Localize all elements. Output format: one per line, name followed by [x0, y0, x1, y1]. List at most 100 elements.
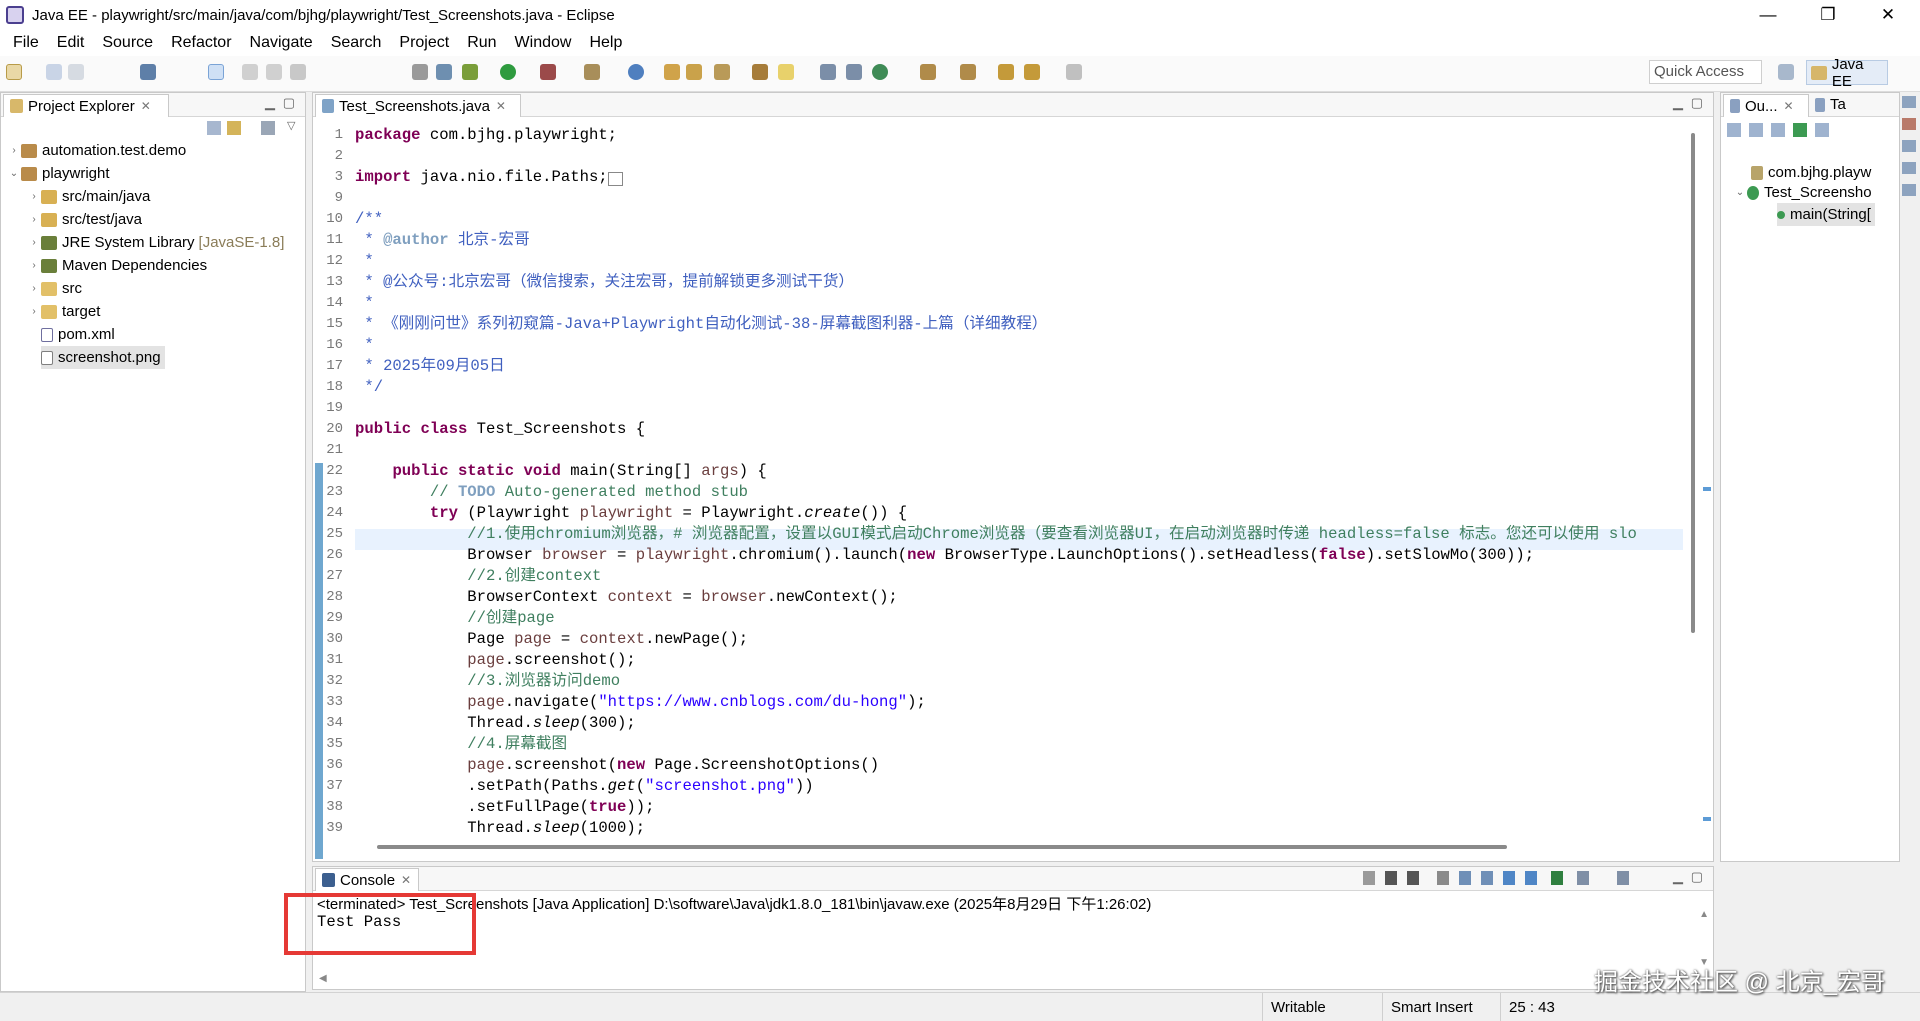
expand-arrow-icon[interactable]: ›	[27, 306, 41, 317]
outline-label: main(String[	[1790, 206, 1871, 223]
forward-icon[interactable]	[1066, 64, 1082, 80]
link-with-editor-icon[interactable]	[227, 121, 241, 135]
last-edit-icon[interactable]	[998, 64, 1014, 80]
console-scroll-left-icon[interactable]: ◀	[319, 973, 327, 984]
annotation-icon[interactable]	[752, 64, 768, 80]
maximize-button[interactable]: ❐	[1798, 0, 1858, 30]
back-icon[interactable]	[1024, 64, 1040, 80]
source-folder-icon	[41, 212, 57, 227]
menu-help[interactable]: Help	[580, 34, 631, 52]
external-tools-icon[interactable]	[540, 64, 556, 80]
outline-toolbar-icons[interactable]	[1727, 123, 1877, 137]
tree-label: playwright	[42, 165, 110, 182]
expand-arrow-icon[interactable]: ›	[27, 283, 41, 294]
outline-item-class[interactable]: ⌄ Test_Screensho	[1733, 181, 1872, 204]
minimized-views-strip[interactable]	[1902, 96, 1916, 216]
menu-search[interactable]: Search	[322, 34, 391, 52]
expand-arrow-icon[interactable]: ›	[27, 214, 41, 225]
menu-navigate[interactable]: Navigate	[241, 34, 322, 52]
menu-project[interactable]: Project	[390, 34, 458, 52]
collapse-arrow-icon[interactable]: ⌄	[1733, 187, 1747, 198]
tree-item-playwright[interactable]: ⌄ playwright	[7, 162, 110, 185]
resume-icon[interactable]	[242, 64, 258, 80]
prev-annotation-icon[interactable]	[960, 64, 976, 80]
quick-access-input[interactable]: Quick Access	[1649, 60, 1762, 84]
collapse-all-icon[interactable]	[207, 121, 221, 135]
tree-item-src-main-java[interactable]: › src/main/java	[27, 185, 150, 208]
expand-arrow-icon[interactable]: ›	[27, 191, 41, 202]
line-number: 17	[326, 358, 343, 374]
expand-arrow-icon[interactable]: ›	[27, 260, 41, 271]
menu-file[interactable]: File	[4, 34, 48, 52]
new-server-icon[interactable]	[584, 64, 600, 80]
tab-project-explorer[interactable]: Project Explorer ✕	[3, 94, 169, 117]
tree-item-maven-dependencies[interactable]: › Maven Dependencies	[27, 254, 207, 277]
overview-ruler-marker[interactable]	[1703, 487, 1711, 491]
close-tab-icon[interactable]: ✕	[401, 873, 411, 887]
tab-outline[interactable]: Ou... ✕	[1723, 94, 1809, 117]
search-toolbar-icon[interactable]	[412, 64, 428, 80]
view-menu-chevron-icon[interactable]: ▽	[287, 119, 295, 132]
tree-item-automation-test-demo[interactable]: › automation.test.demo	[7, 139, 186, 162]
minimize-button[interactable]: —	[1738, 0, 1798, 30]
show-whitespace-icon[interactable]	[820, 64, 836, 80]
tab-console[interactable]: Console ✕	[315, 868, 419, 891]
globe-icon[interactable]	[872, 64, 888, 80]
expand-arrow-icon[interactable]: ›	[7, 145, 21, 156]
skip-breakpoints-icon[interactable]	[208, 64, 224, 80]
tree-item-jre-system-library[interactable]: › JRE System Library [JavaSE-1.8]	[27, 231, 284, 254]
suspend-icon[interactable]	[266, 64, 282, 80]
horizontal-scrollbar[interactable]	[377, 845, 1507, 849]
close-button[interactable]: ✕	[1858, 0, 1918, 30]
highlight-icon[interactable]	[778, 64, 794, 80]
tab-task-list[interactable]: Ta	[1815, 96, 1846, 113]
menu-window[interactable]: Window	[506, 34, 581, 52]
minimize-view-icon[interactable]: ▁	[265, 95, 275, 111]
run-icon[interactable]	[500, 64, 516, 80]
console-toolbar-icons[interactable]	[1363, 871, 1663, 885]
line-number: 30	[326, 631, 343, 647]
terminate-icon[interactable]	[290, 64, 306, 80]
close-tab-icon[interactable]: ✕	[141, 99, 151, 113]
outline-item-main-method[interactable]: main(String[	[1777, 203, 1875, 226]
new-icon[interactable]	[6, 64, 22, 80]
maximize-view-icon[interactable]: ▢	[1691, 869, 1703, 885]
console-scroll-up-icon[interactable]: ▲	[1699, 909, 1709, 920]
debug-icon[interactable]	[462, 64, 478, 80]
build-icon[interactable]	[436, 64, 452, 80]
menu-run[interactable]: Run	[458, 34, 505, 52]
tree-item-screenshot-png[interactable]: screenshot.png	[41, 346, 165, 369]
overview-ruler-marker[interactable]	[1703, 817, 1711, 821]
new-web-icon[interactable]	[628, 64, 644, 80]
open-type-icon[interactable]	[664, 64, 680, 80]
next-annotation-icon[interactable]	[920, 64, 936, 80]
save-icon[interactable]	[46, 64, 62, 80]
java-ee-perspective-button[interactable]: Java EE	[1806, 56, 1888, 90]
menu-source[interactable]: Source	[93, 34, 162, 52]
search-icon[interactable]	[714, 64, 730, 80]
collapse-arrow-icon[interactable]: ⌄	[7, 168, 21, 179]
view-menu-icon[interactable]	[261, 121, 275, 135]
tree-item-target[interactable]: › target	[27, 300, 100, 323]
vertical-scrollbar[interactable]	[1691, 133, 1695, 633]
menu-edit[interactable]: Edit	[48, 34, 94, 52]
expand-arrow-icon[interactable]: ›	[27, 237, 41, 248]
block-selection-icon[interactable]	[846, 64, 862, 80]
tree-item-src-test-java[interactable]: › src/test/java	[27, 208, 142, 231]
menu-bar: File Edit Source Refactor Navigate Searc…	[0, 30, 1920, 56]
tab-test-screenshots-java[interactable]: Test_Screenshots.java ✕	[315, 94, 521, 117]
save-all-icon[interactable]	[68, 64, 84, 80]
open-task-icon[interactable]	[686, 64, 702, 80]
minimize-view-icon[interactable]: ▁	[1673, 869, 1683, 885]
tree-item-src[interactable]: › src	[27, 277, 82, 300]
menu-refactor[interactable]: Refactor	[162, 34, 240, 52]
close-tab-icon[interactable]: ✕	[1784, 99, 1794, 113]
code-editor[interactable]: 1 2 3 9 10 11 12 13 14 15 16 17 18 19 20…	[313, 117, 1713, 861]
close-tab-icon[interactable]: ✕	[496, 99, 506, 113]
open-console-icon[interactable]	[140, 64, 156, 80]
maximize-view-icon[interactable]: ▢	[283, 95, 295, 111]
tree-item-pom-xml[interactable]: pom.xml	[41, 323, 115, 346]
open-perspective-icon[interactable]	[1778, 64, 1794, 80]
minimize-view-icon[interactable]: ▁	[1673, 95, 1683, 111]
maximize-view-icon[interactable]: ▢	[1691, 95, 1703, 111]
